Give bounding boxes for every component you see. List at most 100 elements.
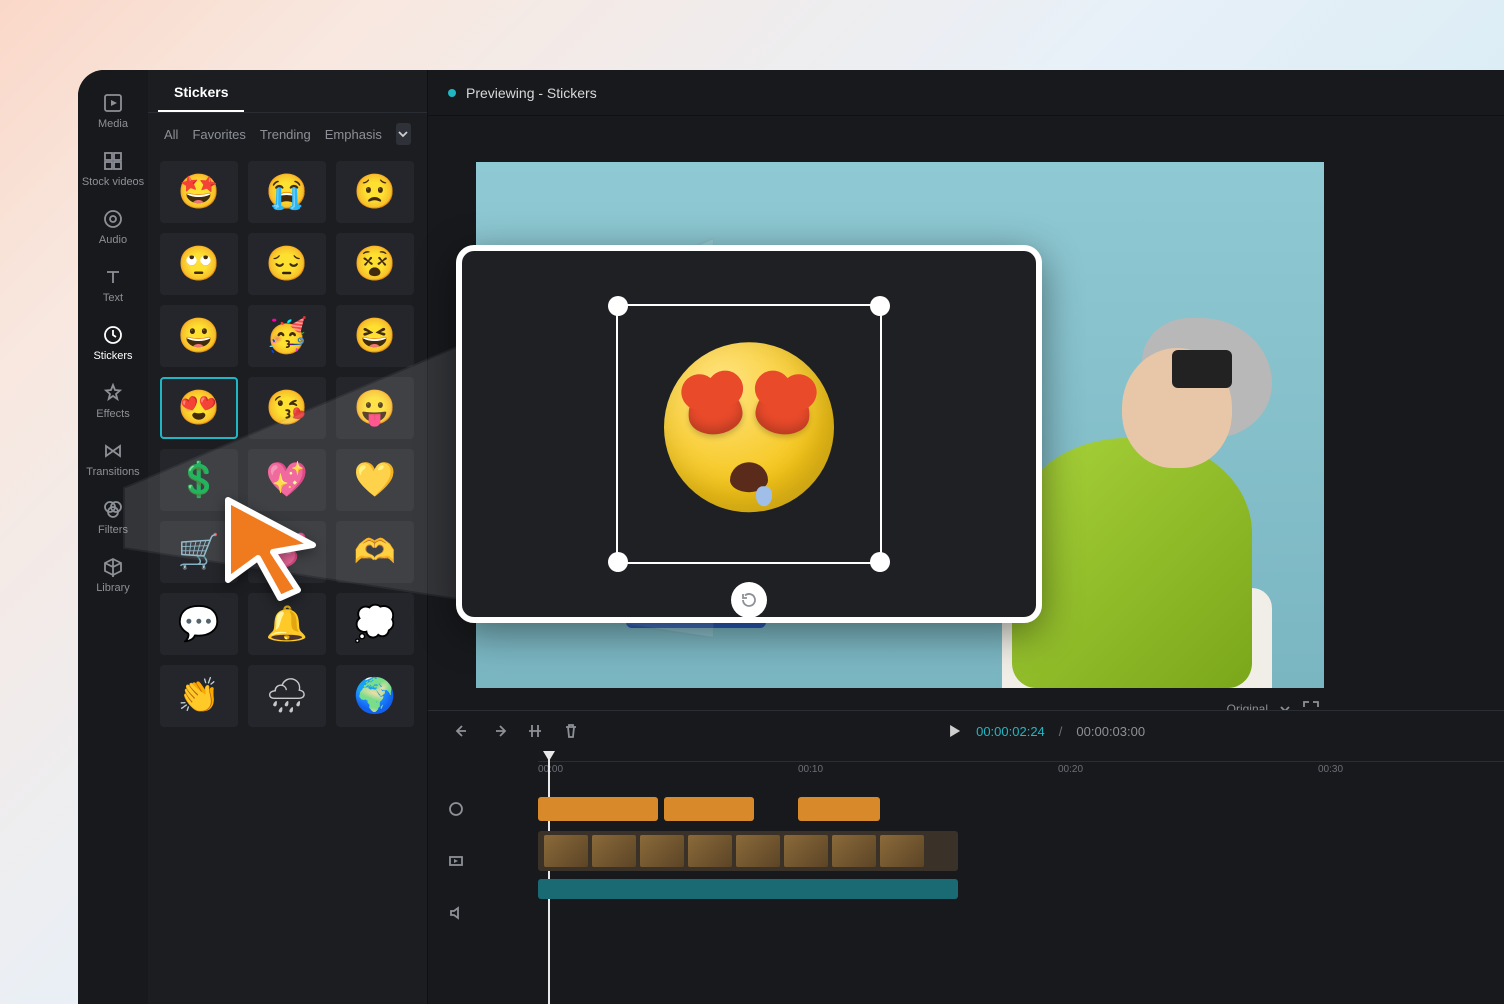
- sticker-track[interactable]: [538, 797, 1504, 821]
- stickers-panel: Stickers All Favorites Trending Emphasis…: [148, 70, 428, 1004]
- rail-label: Text: [103, 292, 123, 304]
- tab-all[interactable]: All: [164, 127, 178, 142]
- heart-eyes-emoji-icon: 😍: [160, 377, 238, 439]
- time-total: 00:00:03:00: [1076, 724, 1145, 739]
- bell-bow-icon: 🔔: [248, 593, 326, 655]
- rail-label: Audio: [99, 234, 127, 246]
- sticker-wink-kiss-emoji[interactable]: 😘: [248, 377, 326, 439]
- crying-emoji-icon: 😭: [248, 161, 326, 223]
- sticker-bounding-box[interactable]: [616, 304, 882, 564]
- filters-icon: [102, 498, 124, 520]
- resize-handle-tr[interactable]: [870, 296, 890, 316]
- heart-eyes-sticker[interactable]: [664, 342, 834, 512]
- rain-cloud-icon: 🌧: [248, 665, 326, 727]
- ruler-tick: 00:10: [798, 764, 823, 775]
- timeline-toolbar: [428, 711, 580, 751]
- sticker-dizzy-emoji[interactable]: 😵: [336, 233, 414, 295]
- sticker-thought-heart[interactable]: 💭: [336, 593, 414, 655]
- video-clip[interactable]: 123.mp4 00:16:03: [538, 831, 958, 871]
- delete-icon[interactable]: [562, 722, 580, 740]
- sticker-hearts-stars[interactable]: 💖: [248, 449, 326, 511]
- sticker-clip[interactable]: [798, 797, 880, 821]
- rail-stock-videos[interactable]: Stock videos: [78, 144, 148, 202]
- sticker-heart-cart[interactable]: 🛒: [160, 521, 238, 583]
- rail-stickers[interactable]: Stickers: [78, 318, 148, 376]
- speech-gifts-icon: 💬: [160, 593, 238, 655]
- sticker-crying-emoji[interactable]: 😭: [248, 161, 326, 223]
- sticker-party-tongue-emoji[interactable]: 🥳: [248, 305, 326, 367]
- rail-transitions[interactable]: Transitions: [78, 434, 148, 492]
- audio-lane-icon: [448, 901, 464, 925]
- haha-laugh-emoji-icon: 😆: [336, 305, 414, 367]
- rail-filters[interactable]: Filters: [78, 492, 148, 550]
- eye-roll-emoji-icon: 🙄: [160, 233, 238, 295]
- effects-icon: [102, 382, 124, 404]
- sticker-pensive-emoji[interactable]: 😔: [248, 233, 326, 295]
- resize-handle-br[interactable]: [870, 552, 890, 572]
- video-track[interactable]: 123.mp4 00:16:03: [538, 831, 1504, 871]
- sticker-omg-hands[interactable]: 👏: [160, 665, 238, 727]
- library-icon: [102, 556, 124, 578]
- audio-track[interactable]: [538, 879, 1504, 899]
- split-icon[interactable]: [526, 722, 544, 740]
- sticker-clip[interactable]: [538, 797, 658, 821]
- wink-kiss-emoji-icon: 😘: [248, 377, 326, 439]
- heart-cart-icon: 🛒: [160, 521, 238, 583]
- sticker-gold-hearts[interactable]: 💛: [336, 449, 414, 511]
- redo-icon[interactable]: [490, 722, 508, 740]
- rail-library[interactable]: Library: [78, 550, 148, 608]
- sticker-star-eyes-emoji[interactable]: 🤩: [160, 161, 238, 223]
- sticker-haha-laugh-emoji[interactable]: 😆: [336, 305, 414, 367]
- resize-handle-bl[interactable]: [608, 552, 628, 572]
- sticker-heart-eyes-emoji[interactable]: 😍: [160, 377, 238, 439]
- gold-hearts-icon: 💛: [336, 449, 414, 511]
- sticker-worried-emoji[interactable]: 😟: [336, 161, 414, 223]
- sticker-bell-bow[interactable]: 🔔: [248, 593, 326, 655]
- audio-clip[interactable]: [538, 879, 958, 899]
- camera-prop: [1172, 350, 1232, 388]
- tab-trending[interactable]: Trending: [260, 127, 311, 142]
- party-tongue-emoji-icon: 🥳: [248, 305, 326, 367]
- undo-icon[interactable]: [454, 722, 472, 740]
- thought-heart-icon: 💭: [336, 593, 414, 655]
- transitions-icon: [102, 440, 124, 462]
- time-current: 00:00:02:24: [976, 724, 1045, 739]
- rail-label: Media: [98, 118, 128, 130]
- rail-label: Filters: [98, 524, 128, 536]
- sticker-eye-roll-emoji[interactable]: 🙄: [160, 233, 238, 295]
- fx-lane-icon: [448, 797, 464, 821]
- star-eyes-emoji-icon: 🤩: [160, 161, 238, 223]
- stock-videos-icon: [102, 150, 124, 172]
- tab-favorites[interactable]: Favorites: [192, 127, 245, 142]
- text-icon: [102, 266, 124, 288]
- preview-header: Previewing - Stickers: [428, 70, 1504, 116]
- sticker-clip[interactable]: [664, 797, 754, 821]
- sticker-floating-hearts[interactable]: 💕: [248, 521, 326, 583]
- rail-text[interactable]: Text: [78, 260, 148, 318]
- rail-media[interactable]: Media: [78, 86, 148, 144]
- sticker-hand-heart[interactable]: 🫶: [336, 521, 414, 583]
- worried-emoji-icon: 😟: [336, 161, 414, 223]
- sticker-edit-overlay[interactable]: [456, 245, 1042, 623]
- sticker-grin-emoji[interactable]: 😀: [160, 305, 238, 367]
- sticker-earth-plants[interactable]: 🌍: [336, 665, 414, 727]
- rail-label: Transitions: [86, 466, 139, 478]
- preview-indicator-dot: [448, 89, 456, 97]
- ruler-tick: 00:00: [538, 764, 563, 775]
- rotate-handle[interactable]: [731, 582, 767, 618]
- timeline-ruler[interactable]: 00:00 00:10 00:20 00:30: [538, 761, 1504, 777]
- resize-handle-tl[interactable]: [608, 296, 628, 316]
- rail-audio[interactable]: Audio: [78, 202, 148, 260]
- tab-emphasis[interactable]: Emphasis: [325, 127, 382, 142]
- sticker-dollar-sign[interactable]: 💲: [160, 449, 238, 511]
- rail-effects[interactable]: Effects: [78, 376, 148, 434]
- sticker-rain-cloud[interactable]: 🌧: [248, 665, 326, 727]
- sticker-speech-gifts[interactable]: 💬: [160, 593, 238, 655]
- rail-label: Library: [96, 582, 130, 594]
- grin-emoji-icon: 😀: [160, 305, 238, 367]
- play-icon[interactable]: [946, 723, 962, 739]
- media-icon: [102, 92, 124, 114]
- tabs-more-button[interactable]: [396, 123, 411, 145]
- sticker-tongue-out-emoji[interactable]: 😛: [336, 377, 414, 439]
- preview-title: Previewing - Stickers: [466, 85, 597, 101]
